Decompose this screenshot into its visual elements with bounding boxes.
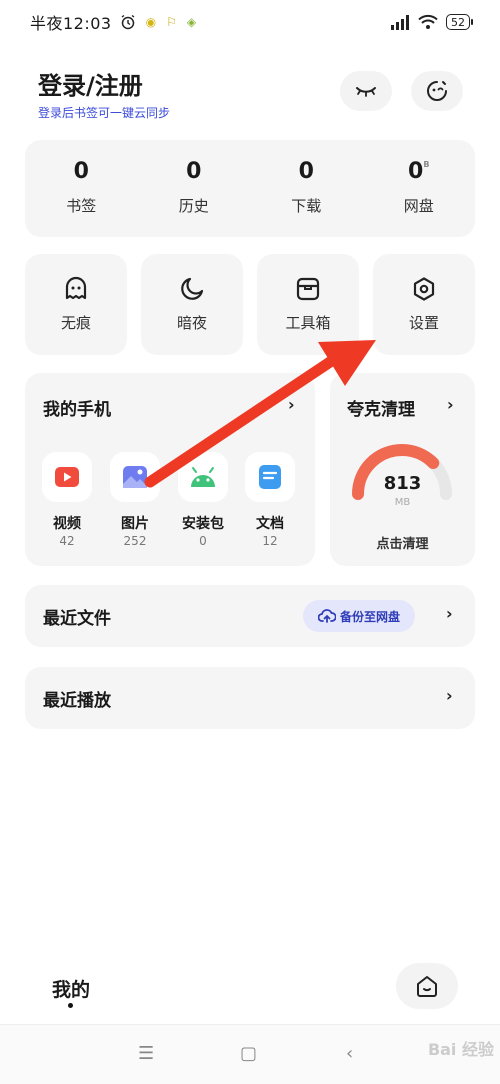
android-icon [191,467,215,487]
app-name: 文档 [256,516,284,532]
chevron-right-icon: › [446,604,453,623]
settings-icon [413,277,435,301]
stat-bookmarks[interactable]: 0 书签 [25,140,138,237]
tool-night-mode[interactable]: 暗夜 [141,254,243,355]
app-packages[interactable] [178,452,228,502]
stat-label: 网盘 [403,197,434,215]
stat-unit: B [423,160,430,169]
status-time: 半夜12:03 [30,14,112,33]
tool-label: 工具箱 [285,314,331,332]
ghost-icon [65,276,87,300]
moon-icon [181,277,204,300]
cleaner-value: 813 [383,473,422,494]
tool-incognito[interactable]: 无痕 [25,254,127,355]
cleaner-title: 夸克清理 [347,400,415,420]
stat-downloads[interactable]: 0 下载 [250,140,363,237]
login-register-link[interactable]: 登录/注册 [38,66,143,101]
back-icon[interactable]: ‹ [346,1043,353,1064]
notification-dot-icon: ◉ [145,15,157,29]
app-count: 12 [262,534,278,548]
closed-eye-icon [356,87,376,97]
hide-eye-button[interactable] [340,71,392,111]
video-icon [55,467,79,487]
battery-indicator: 52 [446,14,473,30]
home-button[interactable] [396,963,458,1009]
chevron-right-icon: › [288,395,295,414]
recent-files-row[interactable]: 最近文件 备份至网盘 › [25,585,475,647]
face-icon [427,81,447,101]
watermark-logo: Bai 经验 [427,1040,494,1059]
stat-cloud-drive[interactable]: 0B 网盘 [363,140,476,237]
menu-icon[interactable]: ☰ [138,1043,154,1064]
signal-icon [391,15,409,30]
stat-value: 0B [408,161,429,183]
login-subtitle: 登录后书签可一键云同步 [38,106,171,120]
stat-label: 下载 [291,197,322,215]
toolbox-icon [296,277,320,301]
my-phone-title: 我的手机 [43,400,111,420]
recent-play-row[interactable]: 最近播放 › [25,667,475,729]
tool-settings[interactable]: 设置 [373,254,475,355]
app-video[interactable] [42,452,92,502]
backup-to-cloud-button[interactable]: 备份至网盘 [303,600,415,632]
my-phone-card[interactable]: 我的手机 › 视频 42 图片 252 安装包 0 文档 12 [25,373,315,566]
document-icon [259,465,281,489]
stat-history[interactable]: 0 历史 [138,140,251,237]
stat-label: 书签 [66,197,97,215]
image-icon [123,466,147,488]
home-square-icon[interactable]: ▢ [240,1043,257,1064]
tool-label: 无痕 [60,314,91,332]
home-icon [417,976,437,997]
skin-button[interactable] [411,71,463,111]
chevron-right-icon: › [446,686,453,705]
app-count: 42 [59,534,75,548]
tool-label: 暗夜 [176,314,207,332]
stat-value: 0 [298,159,314,184]
system-nav-bar: ☰ ▢ ‹ [0,1024,500,1084]
chevron-right-icon: › [447,395,454,414]
stat-label: 历史 [178,197,209,215]
stat-value: 0 [73,159,89,184]
wifi-icon [418,14,438,29]
cleaner-unit: MB [394,497,411,508]
alarm-icon [121,14,135,30]
status-notification-icons: ◉ ⚐ ◈ [120,14,196,30]
tab-mine[interactable]: 我的 [52,975,90,1002]
notification-shield-icon: ◈ [186,15,197,29]
clean-now-button[interactable]: 点击清理 [330,533,475,552]
stat-number: 0 [408,159,424,184]
cleaner-card[interactable]: 夸克清理 › 813 MB 点击清理 [330,373,475,566]
app-name: 视频 [53,516,81,532]
app-name: 图片 [121,516,149,532]
app-images[interactable] [110,452,160,502]
notification-app-icon: ⚐ [166,15,177,29]
tool-toolbox[interactable]: 工具箱 [257,254,359,355]
app-name: 安装包 [182,516,224,532]
recent-files-title: 最近文件 [43,609,111,629]
tab-active-indicator [68,1003,73,1008]
backup-label: 备份至网盘 [339,609,400,624]
app-count: 252 [123,534,147,548]
tool-label: 设置 [408,314,439,332]
status-bar: 半夜12:03 ◉ ⚐ ◈ 52 [0,0,500,44]
recent-play-title: 最近播放 [43,691,111,711]
stats-card: 0 书签 0 历史 0 下载 0B 网盘 [25,140,475,237]
stat-value: 0 [186,159,202,184]
app-count: 0 [199,534,207,548]
cloud-upload-icon [317,609,336,623]
app-documents[interactable] [245,452,295,502]
